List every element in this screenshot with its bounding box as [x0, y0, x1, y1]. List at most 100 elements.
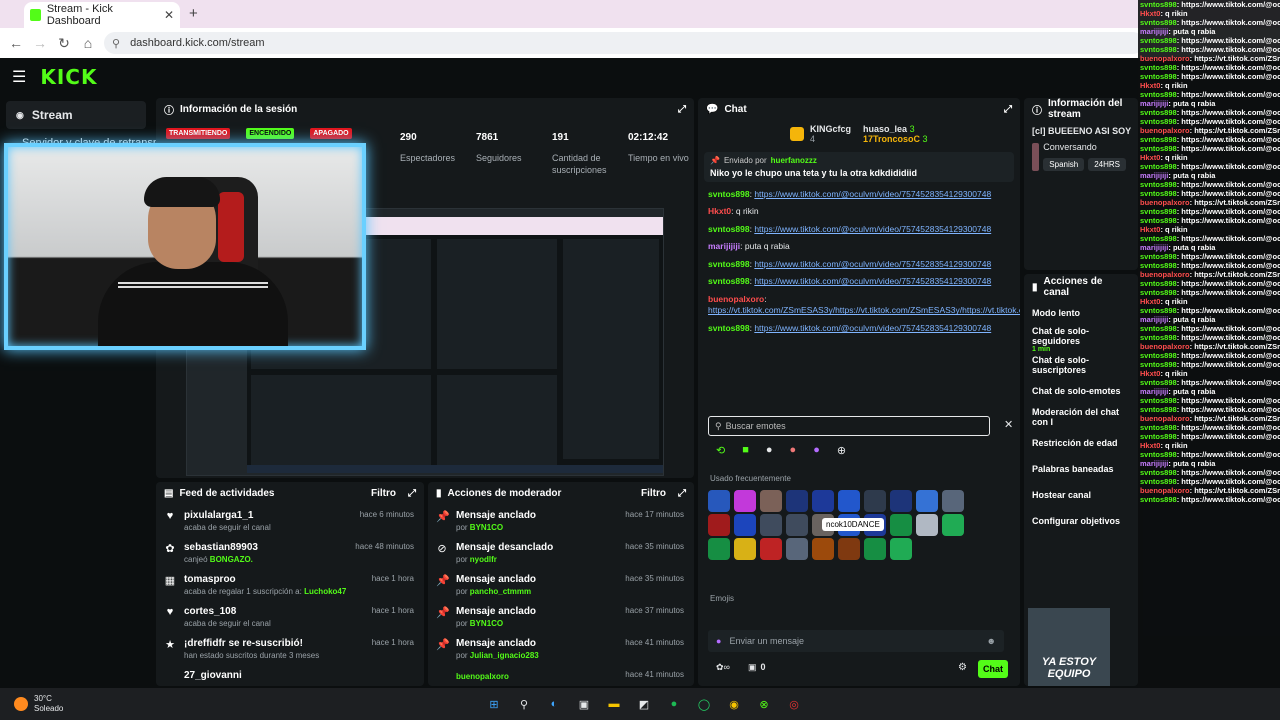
whatsapp-icon[interactable]: ◯: [694, 694, 714, 714]
pinned-message[interactable]: 📌 Enviado por huerfanozzz Niko yo le chu…: [704, 152, 1014, 182]
emoji-icon[interactable]: ☻: [987, 636, 996, 646]
emote-8[interactable]: [890, 490, 912, 512]
emote-20[interactable]: [942, 514, 964, 536]
close-tab-icon[interactable]: ✕: [164, 8, 174, 22]
mod-item[interactable]: buenopalxoro hace 41 minutos: [428, 664, 694, 686]
stream-title[interactable]: [cl] BUEEENO ASI SOY: [1024, 120, 1138, 142]
mod-item[interactable]: 📌 Mensaje anclado por BYN1CO hace 17 minuto…: [428, 504, 694, 536]
emote-22[interactable]: [734, 538, 756, 560]
reload-icon[interactable]: ↻: [52, 35, 76, 52]
category-name[interactable]: Conversando: [1043, 142, 1130, 152]
emote-11[interactable]: [708, 514, 730, 536]
start-icon[interactable]: ⊞: [484, 694, 504, 714]
channel-action-item[interactable]: Chat de solo-suscriptores: [1024, 352, 1138, 378]
feed-item-name[interactable]: tomasproo: [184, 574, 364, 585]
settings-small-icon[interactable]: ✿∞: [716, 662, 730, 673]
chat-link[interactable]: https://www.tiktok.com/@oculvm/video/757…: [754, 323, 991, 333]
emote-27[interactable]: [864, 538, 886, 560]
top-user-2[interactable]: huaso_lea: [863, 124, 907, 134]
emote-25[interactable]: [812, 538, 834, 560]
popout-icon[interactable]: ⤢: [408, 488, 416, 499]
kick-logo[interactable]: KICK: [40, 65, 97, 89]
mod-item[interactable]: 📌 Mensaje anclado por pancho_ctmmm hace 35 …: [428, 568, 694, 600]
mod-item-user[interactable]: Julian_ignacio283: [470, 651, 539, 660]
mod-item[interactable]: 📌 Mensaje anclado por BYN1CO hace 37 minuto…: [428, 600, 694, 632]
channel-emotes-tab-icon[interactable]: ●: [766, 444, 773, 457]
url-field[interactable]: ⚲ dashboard.kick.com/stream: [104, 32, 1144, 54]
emote-13[interactable]: [760, 514, 782, 536]
mic-icon[interactable]: ●: [716, 636, 721, 646]
chat-username[interactable]: svntos898: [708, 276, 750, 286]
emote-18[interactable]: [890, 514, 912, 536]
channel-action-item[interactable]: Palabras baneadas: [1024, 456, 1138, 482]
purple-emotes-tab-icon[interactable]: ●: [813, 444, 820, 457]
feed-item[interactable]: ♥ cortes_108 acaba de seguir el canal hace …: [156, 600, 424, 632]
back-icon[interactable]: ←: [4, 35, 28, 51]
chat-link[interactable]: https://www.tiktok.com/@oculvm/video/757…: [754, 259, 991, 269]
channel-action-item[interactable]: Configurar objetivos: [1024, 508, 1138, 534]
emote-2[interactable]: [734, 490, 756, 512]
new-tab-icon[interactable]: +: [189, 5, 198, 22]
feed-item-highlight[interactable]: BONGAZO.: [210, 555, 253, 564]
feed-item[interactable]: 27_giovanni: [156, 664, 424, 686]
top-user-3[interactable]: 17TroncosoC: [863, 134, 920, 144]
emote-23[interactable]: [760, 538, 782, 560]
feed-item-name[interactable]: ¡dreffidfr se re-suscribió!: [184, 638, 364, 649]
chrome-icon[interactable]: ◉: [724, 694, 744, 714]
send-chat-button[interactable]: Chat: [978, 660, 1008, 678]
mod-item[interactable]: ⊘ Mensaje desanclado por nyodlfr hace 35 mi…: [428, 536, 694, 568]
emote-21[interactable]: [708, 538, 730, 560]
spotify-icon[interactable]: ●: [664, 694, 684, 714]
pinned-user[interactable]: huerfanozzz: [771, 156, 817, 165]
site-info-icon[interactable]: ⚲: [112, 37, 120, 50]
feed-item-highlight[interactable]: Luchoko47: [304, 587, 346, 596]
channel-action-item[interactable]: Chat de solo-emotes: [1024, 378, 1138, 404]
avatar-emotes-tab-icon[interactable]: ●: [790, 444, 797, 457]
emote-26[interactable]: [838, 538, 860, 560]
mod-item-user[interactable]: buenopalxoro: [456, 672, 509, 681]
emote-9[interactable]: [916, 490, 938, 512]
feed-item-name[interactable]: cortes_108: [184, 606, 364, 617]
popout-icon[interactable]: ⤢: [678, 104, 686, 115]
app-icon[interactable]: ◩: [634, 694, 654, 714]
home-icon[interactable]: ⌂: [76, 35, 100, 51]
chat-username[interactable]: Hkxt0: [708, 206, 731, 216]
close-emotes-icon[interactable]: ✕: [1004, 418, 1013, 431]
feed-item[interactable]: ★ ¡dreffidfr se re-suscribió! han estado s…: [156, 632, 424, 664]
emote-4[interactable]: [786, 490, 808, 512]
emote-3[interactable]: [760, 490, 782, 512]
chat-message-input[interactable]: ● Enviar un mensaje ☻: [708, 630, 1004, 652]
emote-7[interactable]: [864, 490, 886, 512]
menu-icon[interactable]: ☰: [12, 67, 26, 87]
chat-username[interactable]: svntos898: [708, 323, 750, 333]
globe-emotes-tab-icon[interactable]: ⊕: [837, 444, 846, 457]
mod-filter-button[interactable]: Filtro: [641, 488, 666, 499]
xbox-icon[interactable]: ⊗: [754, 694, 774, 714]
feed-filter-button[interactable]: Filtro: [371, 488, 396, 499]
popout-icon[interactable]: ⤢: [678, 488, 686, 499]
chat-link[interactable]: https://www.tiktok.com/@oculvm/video/757…: [754, 189, 991, 199]
store-icon[interactable]: ▣: [574, 694, 594, 714]
emote-24[interactable]: [786, 538, 808, 560]
chat-settings-icon[interactable]: ⚙: [958, 662, 967, 673]
recent-emotes-tab-icon[interactable]: ⟲: [716, 444, 725, 457]
feed-item-name[interactable]: pixulalarga1_1: [184, 510, 352, 521]
feed-item[interactable]: ▦ tomasproo acaba de regalar 1 suscripción…: [156, 568, 424, 600]
emote-1[interactable]: [708, 490, 730, 512]
weather-widget[interactable]: 30°C Soleado: [14, 694, 63, 713]
kick-emotes-tab-icon[interactable]: ■: [742, 444, 749, 457]
chat-link[interactable]: https://vt.tiktok.com/ZSmESAS3y/https://…: [708, 305, 1020, 315]
mod-item-user[interactable]: pancho_ctmmm: [470, 587, 531, 596]
channel-action-item[interactable]: Restricción de edad: [1024, 430, 1138, 456]
channel-action-item[interactable]: Hostear canal: [1024, 482, 1138, 508]
chat-username[interactable]: svntos898: [708, 259, 750, 269]
mod-item[interactable]: 📌 Mensaje anclado por Julian_ignacio283 hac…: [428, 632, 694, 664]
channel-action-item[interactable]: Chat de solo-seguidores 1 min: [1024, 326, 1138, 353]
forward-icon[interactable]: →: [28, 35, 52, 51]
feed-item-name[interactable]: sebastian89903: [184, 542, 347, 553]
emote-6[interactable]: [838, 490, 860, 512]
channel-action-item[interactable]: Moderación del chat con I: [1024, 404, 1138, 430]
chat-username[interactable]: svntos898: [708, 224, 750, 234]
chat-link[interactable]: https://www.tiktok.com/@oculvm/video/757…: [754, 224, 991, 234]
chat-username[interactable]: svntos898: [708, 189, 750, 199]
